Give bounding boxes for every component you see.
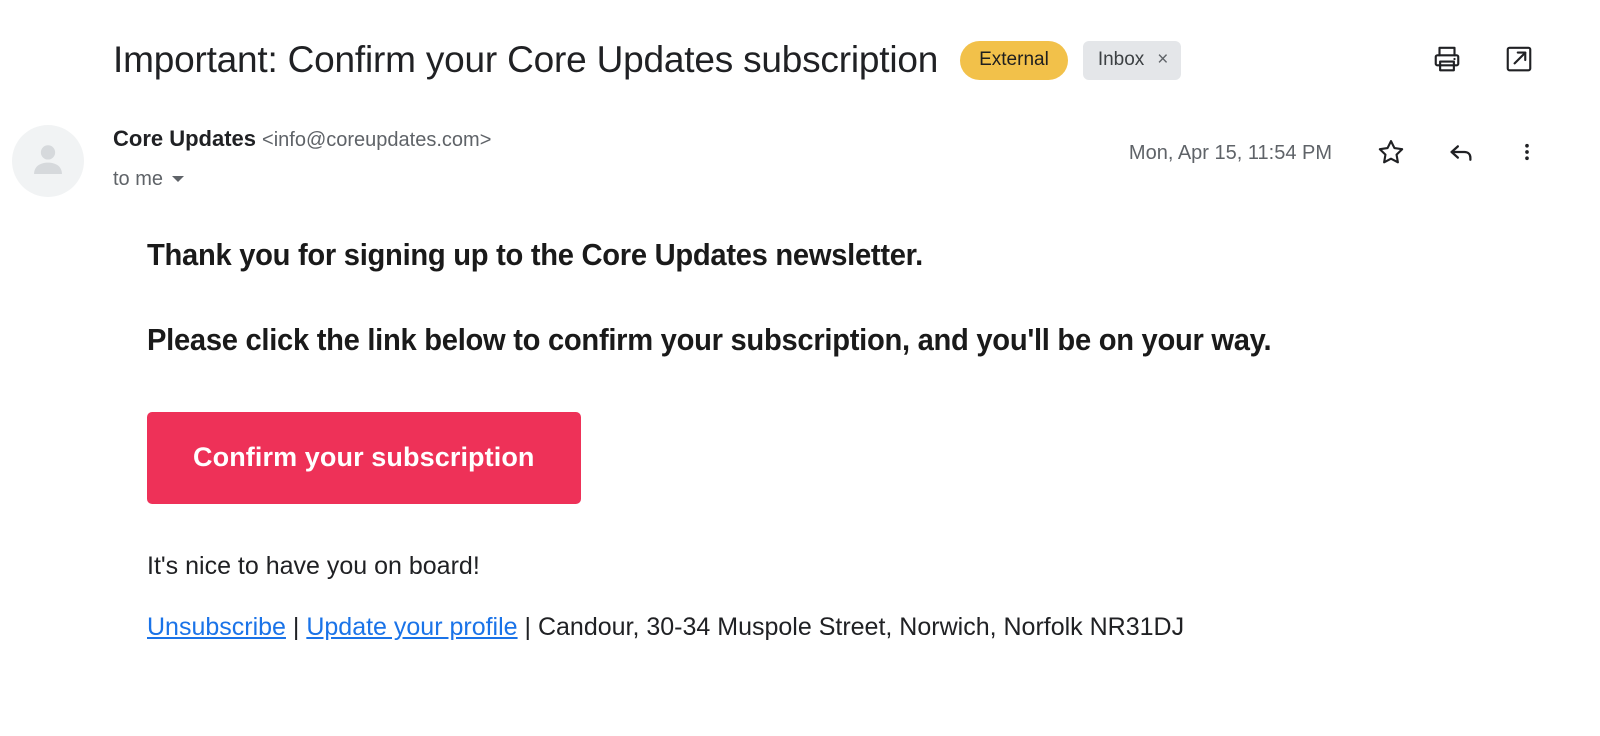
unsubscribe-link[interactable]: Unsubscribe <box>147 613 286 641</box>
open-in-new-icon <box>1504 44 1534 77</box>
star-button[interactable] <box>1374 136 1408 170</box>
email-view: Important: Confirm your Core Updates sub… <box>0 0 1600 736</box>
reply-icon <box>1446 137 1476 170</box>
chevron-down-icon[interactable] <box>172 176 185 182</box>
open-in-new-window-button[interactable] <box>1502 43 1536 77</box>
recipient-row[interactable]: to me <box>113 167 1129 191</box>
footer-separator-1: | <box>285 613 307 641</box>
body-heading-secondary: Please click the link below to confirm y… <box>147 322 1272 357</box>
sender-info: Core Updates <info@coreupdates.com> to me <box>113 125 1129 191</box>
confirm-subscription-button[interactable]: Confirm your subscription <box>147 412 581 504</box>
subject-row: Important: Confirm your Core Updates sub… <box>0 24 1600 96</box>
label-chip-inbox[interactable]: Inbox × <box>1082 40 1182 80</box>
reply-button[interactable] <box>1444 136 1478 170</box>
footer-address: Candour, 30-34 Muspole Street, Norwich, … <box>537 613 1185 641</box>
avatar[interactable] <box>12 125 84 197</box>
label-chip-inbox-text: Inbox <box>1097 48 1145 70</box>
body-heading-primary: Thank you for signing up to the Core Upd… <box>147 237 923 272</box>
star-outline-icon <box>1376 137 1406 170</box>
subject-left-group: Important: Confirm your Core Updates sub… <box>113 37 1430 83</box>
footer-separator-2: | <box>517 613 538 641</box>
more-options-button[interactable] <box>1518 136 1536 170</box>
sender-email: <info@coreupdates.com> <box>262 129 492 151</box>
print-icon <box>1432 44 1462 77</box>
more-vertical-icon <box>1516 137 1538 170</box>
sender-row: Core Updates <info@coreupdates.com> to me… <box>0 112 1600 204</box>
footer-line: Unsubscribe | Update your profile | Cand… <box>147 611 1477 643</box>
email-body: Thank you for signing up to the Core Upd… <box>147 236 1477 643</box>
subject-actions <box>1430 43 1536 77</box>
close-icon[interactable]: × <box>1157 50 1168 69</box>
recipient-label: to me <box>113 168 164 190</box>
sender-actions: Mon, Apr 15, 11:54 PM <box>1129 136 1536 170</box>
sender-name: Core Updates <box>113 126 257 151</box>
print-button[interactable] <box>1430 43 1464 77</box>
closing-text: It's nice to have you on board! <box>147 552 480 580</box>
update-profile-link[interactable]: Update your profile <box>306 613 517 641</box>
person-avatar-icon <box>26 137 70 186</box>
sender-line: Core Updates <info@coreupdates.com> <box>113 125 1129 156</box>
status-badge-external: External <box>960 40 1068 80</box>
timestamp: Mon, Apr 15, 11:54 PM <box>1128 141 1332 164</box>
cta-wrapper: Confirm your subscription <box>147 412 1477 504</box>
page-title: Important: Confirm your Core Updates sub… <box>113 39 939 80</box>
